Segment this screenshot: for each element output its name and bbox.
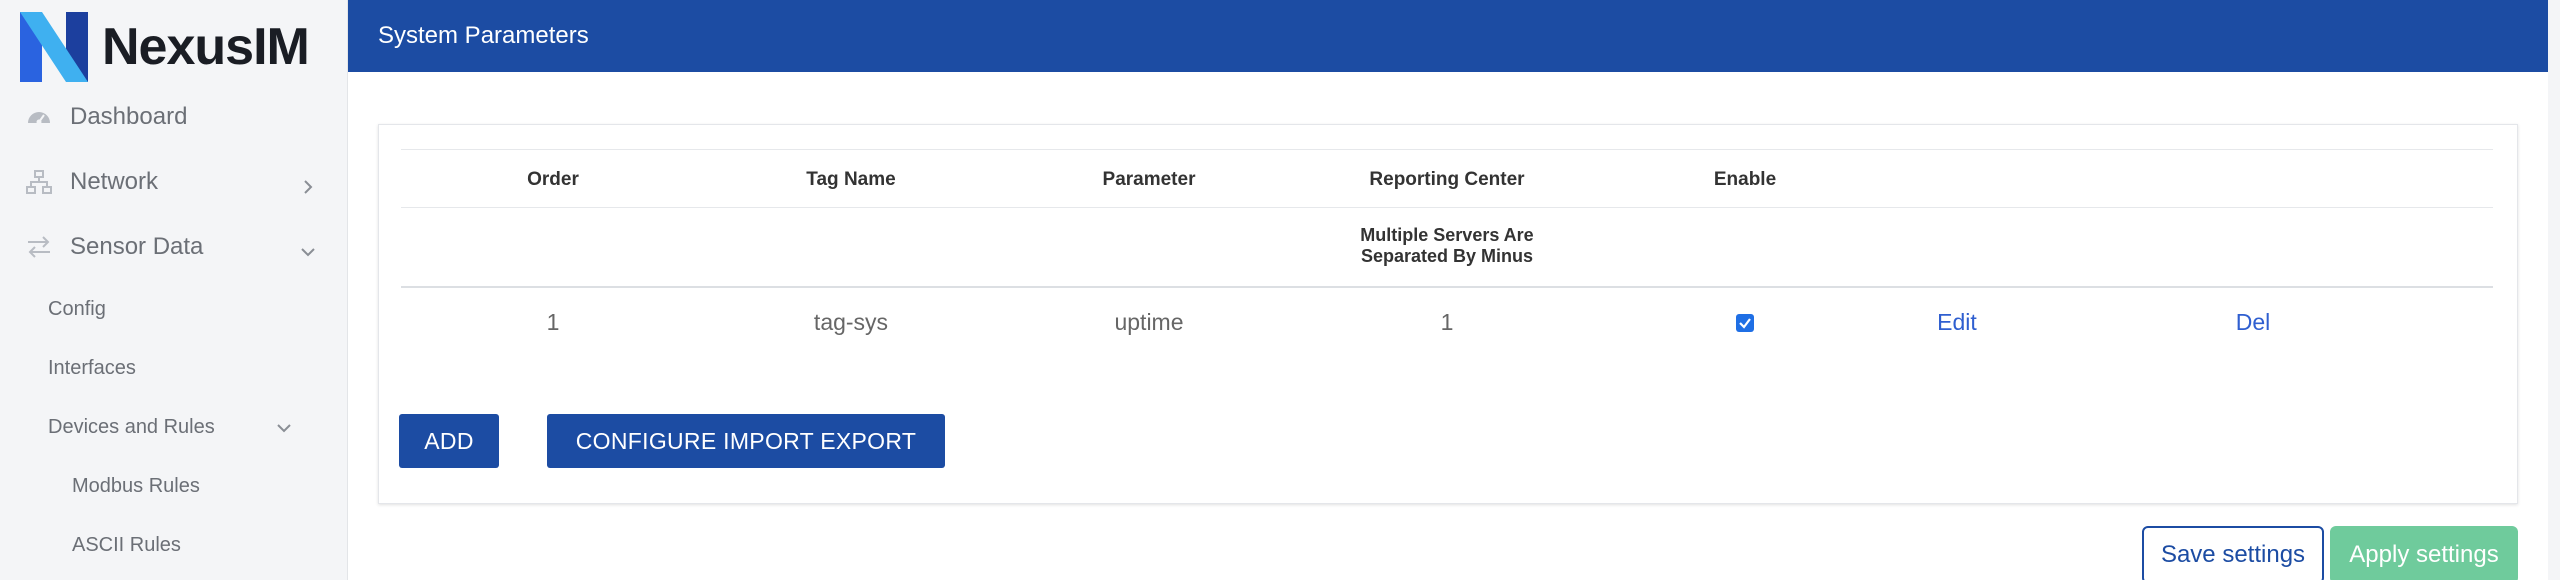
transfer-icon (24, 232, 54, 262)
cell-reporting-center: 1 (1440, 309, 1454, 335)
sidebar: NexusIM Dashboard Network Sensor Data Co… (0, 0, 348, 580)
reporting-center-note: Multiple Servers Are Separated By Minus (1360, 225, 1534, 266)
sidebar-item-label: Config (48, 297, 106, 320)
check-icon (1739, 318, 1751, 329)
column-header-tag-name: Tag Name (806, 169, 896, 190)
main-panel: System Parameters Order Tag Name Paramet… (348, 0, 2560, 580)
del-link[interactable]: Del (2236, 309, 2271, 336)
add-button[interactable]: ADD (399, 414, 499, 468)
dashboard-icon (24, 102, 54, 132)
page-title: System Parameters (378, 22, 589, 49)
sidebar-item-label: ASCII Rules (72, 533, 181, 556)
edit-link[interactable]: Edit (1937, 309, 1977, 336)
column-header-reporting-center: Reporting Center (1369, 169, 1525, 190)
sidebar-item-modbus-rules[interactable]: Modbus Rules (0, 466, 348, 506)
sidebar-item-label: Dashboard (70, 103, 188, 130)
sidebar-item-sensor-data[interactable]: Sensor Data (0, 222, 348, 272)
cell-parameter: uptime (1114, 309, 1184, 335)
chevron-down-icon (300, 239, 316, 257)
brand-logo[interactable]: NexusIM (16, 8, 310, 86)
configure-import-export-button[interactable]: CONFIGURE IMPORT EXPORT (547, 414, 945, 468)
brand-name: NexusIM (102, 18, 310, 76)
sidebar-item-label: Devices and Rules (48, 415, 215, 438)
chevron-right-icon (300, 174, 316, 194)
sidebar-item-network[interactable]: Network (0, 157, 348, 207)
sidebar-item-label: Interfaces (48, 356, 136, 379)
column-header-order: Order (527, 169, 579, 190)
parameters-card: Order Tag Name Parameter Reporting Cente… (378, 124, 2518, 504)
network-icon (24, 167, 54, 197)
cell-tag-name: tag-sys (813, 309, 889, 335)
sidebar-item-label: Sensor Data (70, 233, 204, 260)
app: NexusIM Dashboard Network Sensor Data Co… (0, 0, 2560, 580)
table-subheader-divider (401, 286, 2493, 288)
enable-checkbox[interactable] (1736, 314, 1754, 332)
sidebar-item-devices-and-rules[interactable]: Devices and Rules (0, 407, 348, 447)
sidebar-item-ascii-rules[interactable]: ASCII Rules (0, 525, 348, 565)
sidebar-item-interfaces[interactable]: Interfaces (0, 348, 348, 388)
nexus-logo-icon (20, 12, 88, 82)
apply-settings-button[interactable]: Apply settings (2330, 526, 2518, 580)
chevron-down-icon (276, 419, 292, 435)
column-header-parameter: Parameter (1102, 169, 1196, 190)
sidebar-item-label: Modbus Rules (72, 474, 200, 497)
table-header-divider (401, 207, 2493, 208)
sidebar-item-dashboard[interactable]: Dashboard (0, 92, 348, 142)
save-settings-button[interactable]: Save settings (2142, 526, 2324, 580)
cell-order: 1 (546, 309, 560, 335)
sidebar-item-config[interactable]: Config (0, 289, 348, 329)
page-header: System Parameters (348, 0, 2548, 72)
sidebar-item-label: Network (70, 168, 159, 195)
table-top-divider (401, 149, 2493, 150)
column-header-enable: Enable (1713, 169, 1777, 190)
